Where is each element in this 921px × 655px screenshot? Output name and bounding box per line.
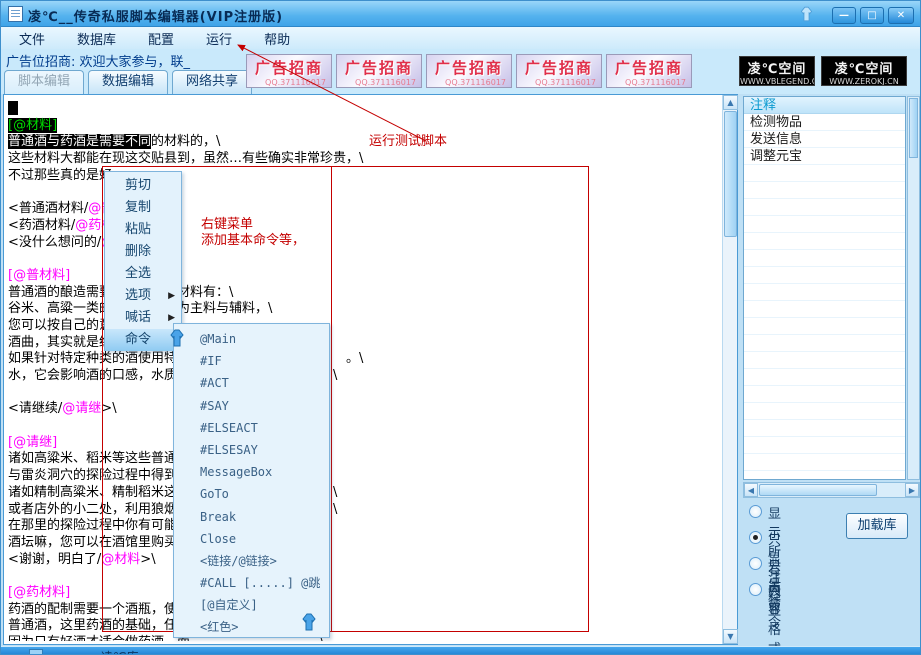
context-menu-annotation: 右键菜单 添加基本命令等， [201,217,305,249]
run-annotation: 运行测试脚本 [369,134,447,150]
minimize-button[interactable]: — [832,7,856,24]
scroll-down-icon[interactable]: ▼ [723,629,738,644]
menu-item-0[interactable]: 文件 [19,29,45,48]
list-row-3[interactable]: 调整元宝 [744,148,905,165]
list-vertical-scrollbar[interactable] [907,96,920,480]
editor-line-2: 普通酒与药酒是需要不同的材料的，\ [8,134,720,151]
context-menu-item-4[interactable]: 全选 [105,263,181,285]
title-bar[interactable]: 凌℃__传奇私服脚本编辑器(VIP注册版) — □ ✕ [1,1,921,27]
context-menu-item-6[interactable]: 喊话▶ [105,307,181,329]
menu-item-3[interactable]: 运行 [206,29,232,48]
context-menu-item-2[interactable]: 粘贴 [105,219,181,241]
list-row-12 [744,301,905,318]
list-row-15 [744,352,905,369]
context-menu-item-5[interactable]: 选项▶ [105,285,181,307]
radio-icon[interactable] [749,531,762,544]
list-row-6 [744,199,905,216]
list-row-19 [744,420,905,437]
ad-banner-2[interactable]: 广告招商QQ.371116017 [426,54,512,88]
list-row-13 [744,318,905,335]
maximize-button[interactable]: □ [860,7,884,24]
editor-line-1: [@材料] [8,118,720,135]
list-row-8 [744,233,905,250]
list-row-9 [744,250,905,267]
list-row-20 [744,437,905,454]
filter-label: 只显格式 [768,581,781,655]
menu-bar: 文件 数据库 配置 运行 帮助 [1,27,921,49]
list-row-7 [744,216,905,233]
list-row-17 [744,386,905,403]
menu-item-4[interactable]: 帮助 [264,29,290,48]
skin-shirt-icon[interactable] [798,5,815,23]
list-scroll-thumb[interactable] [759,484,877,496]
app-icon [8,6,23,22]
scroll-right-icon[interactable]: ▶ [905,483,919,497]
command-item-3[interactable]: #SAY [174,395,329,417]
status-bar: 凌℃库 [1,646,921,655]
command-item-1[interactable]: #IF [174,350,329,372]
list-horizontal-scrollbar[interactable]: ◀ ▶ [743,482,920,498]
space-banner-1[interactable]: 凌℃空间WWW.ZEROKJ.CN [821,56,907,86]
cursor-shirt-icon [299,612,319,632]
list-row-4 [744,165,905,182]
list-row-16 [744,369,905,386]
list-row-5 [744,182,905,199]
ad-banner-bar: 广告位招商: 欢迎大家参与，联_ 脚本编辑数据编辑网络共享 广告招商QQ.371… [1,49,921,94]
ad-banner-3[interactable]: 广告招商QQ.371116017 [516,54,602,88]
context-menu-item-0[interactable]: 剪切 [105,175,181,197]
menu-item-1[interactable]: 数据库 [77,29,116,48]
radio-icon[interactable] [749,505,762,518]
ad-banner-1[interactable]: 广告招商QQ.371116017 [336,54,422,88]
list-row-21 [744,454,905,471]
close-button[interactable]: ✕ [888,7,914,24]
command-item-7[interactable]: GoTo [174,483,329,505]
scroll-up-icon[interactable]: ▲ [723,95,738,110]
cursor-shirt-icon [167,328,187,348]
application-window: 凌℃__传奇私服脚本编辑器(VIP注册版) — □ ✕ 文件数据库配置运行帮助 … [0,0,921,655]
list-row-14 [744,335,905,352]
command-item-9[interactable]: Close [174,528,329,550]
editor-scroll-thumb[interactable] [724,111,737,237]
tab-bar: 脚本编辑数据编辑网络共享 [4,70,256,94]
tab-0[interactable]: 脚本编辑 [4,70,84,94]
ad-banner-4[interactable]: 广告招商QQ.371116017 [606,54,692,88]
status-icon [29,649,43,655]
space-banner-0[interactable]: 凌℃空间WWW.VBLEGEND.COM [739,56,815,86]
command-item-10[interactable]: <链接/@链接> [174,550,329,572]
menu-item-2[interactable]: 配置 [148,29,174,48]
list-row-2[interactable]: 发送信息 [744,131,905,148]
tab-1[interactable]: 数据编辑 [88,70,168,94]
command-item-2[interactable]: #ACT [174,372,329,394]
command-submenu: @Main#IF#ACT#SAY#ELSEACT#ELSESAYMessageB… [173,323,330,638]
ad-recruit-label: 广告位招商: 欢迎大家参与，联_ [6,51,190,70]
command-item-4[interactable]: #ELSEACT [174,417,329,439]
status-text: 凌℃库 [101,648,138,655]
editor-line-0 [8,101,720,118]
submenu-arrow-icon: ▶ [168,285,175,307]
command-item-11[interactable]: #CALL [.....] @跳 [174,572,329,594]
reference-list: 注释检测物品发送信息调整元宝 [743,96,906,480]
editor-vertical-scrollbar[interactable]: ▲ ▼ [722,95,737,644]
list-row-1[interactable]: 检测物品 [744,114,905,131]
command-item-8[interactable]: Break [174,506,329,528]
command-item-0[interactable]: @Main [174,328,329,350]
list-row-10 [744,267,905,284]
load-library-button[interactable]: 加载库 [846,513,908,539]
list-row-18 [744,403,905,420]
context-menu: 剪切复制粘贴删除全选选项▶喊话▶命令 [104,171,182,351]
list-row-0[interactable]: 注释 [744,97,905,114]
scroll-left-icon[interactable]: ◀ [744,483,758,497]
context-menu-item-3[interactable]: 删除 [105,241,181,263]
context-menu-item-1[interactable]: 复制 [105,197,181,219]
window-title: 凌℃__传奇私服脚本编辑器(VIP注册版) [28,6,283,25]
command-item-6[interactable]: MessageBox [174,461,329,483]
command-item-5[interactable]: #ELSESAY [174,439,329,461]
tab-2[interactable]: 网络共享 [172,70,252,94]
reference-panel: 注释检测物品发送信息调整元宝 ◀ ▶ 显示所有内容只显注释只显命令只显格式 加载… [741,94,921,645]
list-row-11 [744,284,905,301]
editor-line-32: 因为只有好酒才适合做药酒，而 \ [8,635,720,641]
ad-banner-0[interactable]: 广告招商QQ.371116017 [246,54,332,88]
radio-icon[interactable] [749,557,762,570]
radio-icon[interactable] [749,583,762,596]
